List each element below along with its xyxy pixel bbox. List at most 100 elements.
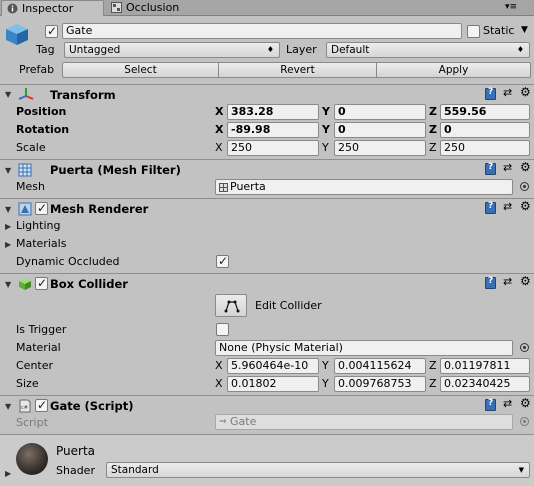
- gear-icon[interactable]: ⚙: [520, 274, 531, 288]
- dropdown-arrows-icon: ♦: [266, 45, 274, 54]
- rotation-label: Rotation: [16, 123, 70, 136]
- divider: [0, 84, 534, 85]
- center-y-field[interactable]: 0.004115624: [334, 358, 426, 374]
- gear-icon[interactable]: ⚙: [520, 396, 531, 410]
- materials-label[interactable]: Materials: [16, 237, 66, 250]
- divider: [0, 159, 534, 160]
- tag-dropdown[interactable]: Untagged ♦: [64, 42, 280, 58]
- tab-inspector[interactable]: Inspector: [1, 0, 104, 16]
- foldout-arrow[interactable]: ▼: [5, 205, 11, 214]
- shader-dropdown[interactable]: Standard ▼: [106, 462, 530, 478]
- svg-text:c#: c#: [21, 405, 28, 411]
- mesh-value: Puerta: [230, 180, 266, 193]
- transform-icon: [18, 87, 34, 101]
- preset-icon[interactable]: ⇄: [503, 161, 512, 174]
- mesh-filter-icon: [18, 163, 32, 177]
- axis-x-label: X: [215, 377, 223, 390]
- scale-y-field[interactable]: 250: [334, 140, 426, 156]
- edit-collider-button[interactable]: [215, 294, 247, 317]
- help-icon[interactable]: [485, 276, 496, 289]
- script-field: ⇒ Gate: [215, 414, 513, 430]
- axis-y-label: Y: [322, 141, 329, 154]
- tab-inspector-label: Inspector: [22, 2, 74, 15]
- active-checkbox[interactable]: [45, 24, 58, 38]
- help-icon[interactable]: [485, 162, 496, 175]
- center-x-field[interactable]: 5.960464e-10: [227, 358, 319, 374]
- edit-collider-icon: [224, 299, 240, 313]
- center-z-field[interactable]: 0.01197811: [440, 358, 530, 374]
- preset-icon[interactable]: ⇄: [503, 200, 512, 213]
- layer-dropdown[interactable]: Default ♦: [326, 42, 530, 58]
- size-y-field[interactable]: 0.009768753: [334, 376, 426, 392]
- name-field[interactable]: Gate: [62, 23, 462, 39]
- prefab-apply-button[interactable]: Apply: [376, 62, 531, 78]
- materials-foldout-arrow[interactable]: ▶: [5, 240, 11, 249]
- prefab-select-button[interactable]: Select: [62, 62, 219, 78]
- gear-icon[interactable]: ⚙: [520, 85, 531, 99]
- static-dropdown-arrow[interactable]: ▼: [521, 25, 528, 35]
- axis-y-label: Y: [322, 123, 330, 136]
- layer-value: Default: [331, 44, 370, 56]
- mesh-renderer-icon: [18, 202, 32, 216]
- center-label: Center: [16, 359, 54, 372]
- edit-collider-label: Edit Collider: [255, 299, 322, 312]
- position-x-field[interactable]: 383.28: [227, 104, 319, 120]
- script-value: Gate: [230, 415, 257, 428]
- prefab-revert-button[interactable]: Revert: [218, 62, 377, 78]
- box-collider-enabled-checkbox[interactable]: [35, 276, 48, 290]
- rotation-x-field[interactable]: -89.98: [227, 122, 319, 138]
- material-section: [0, 435, 534, 486]
- preset-icon[interactable]: ⇄: [503, 275, 512, 288]
- occlusion-icon: [111, 2, 122, 13]
- rotation-y-field[interactable]: 0: [334, 122, 426, 138]
- gear-icon[interactable]: ⚙: [520, 199, 531, 213]
- size-label: Size: [16, 377, 39, 390]
- mesh-asset-icon: [219, 182, 228, 192]
- size-z-field[interactable]: 0.02340425: [440, 376, 530, 392]
- object-picker-icon[interactable]: [520, 343, 529, 352]
- help-icon[interactable]: [485, 87, 496, 100]
- rotation-z-field[interactable]: 0: [440, 122, 530, 138]
- mesh-filter-title: Puerta (Mesh Filter): [50, 163, 181, 177]
- help-icon[interactable]: [485, 398, 496, 411]
- tab-occlusion[interactable]: Occlusion: [106, 0, 206, 16]
- position-y-field[interactable]: 0: [334, 104, 426, 120]
- menu-icon[interactable]: ▾≡: [505, 2, 517, 12]
- physic-material-field[interactable]: None (Physic Material): [215, 340, 513, 356]
- mesh-label: Mesh: [16, 180, 45, 193]
- axis-z-label: Z: [429, 123, 437, 136]
- foldout-arrow[interactable]: ▼: [5, 90, 11, 99]
- shader-value: Standard: [111, 464, 159, 476]
- material-foldout-arrow[interactable]: ▶: [5, 469, 11, 478]
- axis-y-label: Y: [322, 105, 330, 118]
- preset-icon[interactable]: ⇄: [503, 86, 512, 99]
- mesh-field[interactable]: Puerta: [215, 179, 513, 195]
- scale-x-field[interactable]: 250: [227, 140, 319, 156]
- divider: [0, 395, 534, 396]
- foldout-arrow[interactable]: ▼: [5, 166, 11, 175]
- scale-label: Scale: [16, 141, 46, 154]
- foldout-arrow[interactable]: ▼: [5, 402, 11, 411]
- scale-z-field[interactable]: 250: [440, 140, 530, 156]
- position-label: Position: [16, 105, 67, 118]
- dynamic-occluded-checkbox[interactable]: [216, 254, 229, 268]
- position-z-field[interactable]: 559.56: [440, 104, 530, 120]
- lighting-label[interactable]: Lighting: [16, 219, 60, 232]
- axis-z-label: Z: [429, 141, 437, 154]
- dynamic-occluded-label: Dynamic Occluded: [16, 255, 120, 268]
- object-picker-icon[interactable]: [520, 182, 529, 191]
- is-trigger-checkbox[interactable]: [216, 323, 229, 336]
- mesh-renderer-enabled-checkbox[interactable]: [35, 201, 48, 215]
- preset-icon[interactable]: ⇄: [503, 397, 512, 410]
- help-icon[interactable]: [485, 201, 496, 214]
- divider: [0, 198, 534, 199]
- gear-icon[interactable]: ⚙: [520, 160, 531, 174]
- gate-script-title: Gate (Script): [50, 399, 134, 413]
- lighting-foldout-arrow[interactable]: ▶: [5, 222, 11, 231]
- axis-z-label: Z: [429, 359, 437, 372]
- size-x-field[interactable]: 0.01802: [227, 376, 319, 392]
- material-name: Puerta: [56, 444, 96, 458]
- foldout-arrow[interactable]: ▼: [5, 280, 11, 289]
- static-checkbox[interactable]: [467, 25, 480, 38]
- gate-script-enabled-checkbox[interactable]: [35, 398, 48, 412]
